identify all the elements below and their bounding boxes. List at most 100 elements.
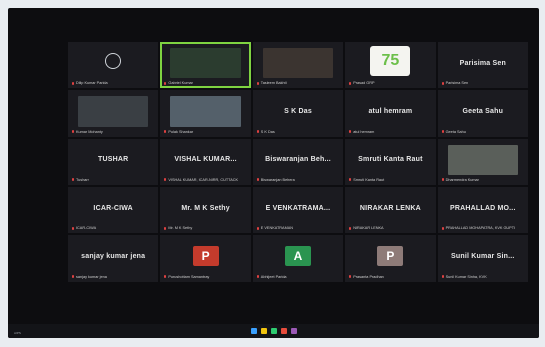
mic-muted-icon [349,178,352,182]
participant-tile[interactable]: A Abhijeet Parida [252,235,344,282]
participant-name-label: Kumar Mohanty [72,130,103,134]
participant-tile[interactable]: Kumar Mohanty [68,90,159,137]
mic-muted-icon [441,178,444,182]
participant-name-text: Abhijeet Parida [260,274,287,279]
participant-tile[interactable]: S K Das S K Das [252,90,344,137]
participant-name-large: NIRAKAR LENKA [359,204,421,212]
participant-tile[interactable]: TUSHAR Tusharr [68,138,159,185]
participant-tile[interactable]: Parisima Sen Parisima Sen [437,42,528,89]
meeting-icon[interactable] [290,328,297,334]
participant-name-label: NIRAKAR LENKA [349,226,384,230]
participant-name-large: Mr. M K Sethy [181,204,230,212]
participant-name-large: Sunil Kumar Sin... [451,252,515,260]
mic-muted-icon [349,275,352,279]
participant-video [262,48,334,79]
logo-text: 75 [381,52,400,70]
participant-name-label: ICAR-CIWA [72,226,96,230]
mic-muted-icon [441,130,444,134]
participant-name-label: Abhijeet Parida [256,274,287,279]
participant-name-large: Geeta Sahu [462,107,504,115]
participant-name-label: Gabriel Kumar [164,81,193,86]
app-icon[interactable] [280,328,287,334]
participant-tile[interactable]: Sunil Kumar Sin... Sunil Kumar Sinha, KVK [437,235,528,282]
browser-icon[interactable] [270,328,277,334]
participant-name-text: Dilip Kumar Parida [76,81,108,86]
participant-tile[interactable]: NIRAKAR LENKA NIRAKAR LENKA [345,186,436,234]
mic-muted-icon [164,81,167,85]
participant-tile[interactable]: Smruti Kanta Raut Smruti Kanta Raut [345,138,436,185]
participant-video [78,96,149,127]
mic-muted-icon [256,275,259,279]
participant-name-text: Gabriel Kumar [168,81,193,86]
participant-name-label: PRAHALLAD MOHAPATRA, KVK GUPTI [441,226,516,231]
participant-name-text: Kumar Mohanty [76,129,103,134]
participant-name-label: Parisima Sen [441,81,468,85]
participant-name-label: E VENKATRAMAN [256,226,294,231]
participant-name-text: Smruti Kanta Raut [353,177,385,182]
participant-name-label: sanjay kumar jena [72,275,107,279]
mic-muted-icon [164,178,167,182]
participant-tile[interactable]: P Prasanta Pradhan [345,235,436,282]
participant-name-text: Sunil Kumar Sinha, KVK [445,274,487,279]
participant-name-label: Smruti Kanta Raut [349,178,384,182]
taskbar [8,324,539,338]
participant-tile[interactable]: atul hemram atul hemram [345,90,436,137]
participant-name-label: Purushottam Samantray [164,275,209,279]
participant-name-label: Tasleem Bakhti [256,81,287,86]
mic-muted-icon [256,178,259,182]
participant-video [170,48,241,79]
participant-tile[interactable]: Biswaranjan Beh... Biswaranjan Behera [252,138,344,185]
participant-video [447,144,518,175]
participant-tile[interactable]: Gabriel Kumar [160,42,251,89]
participant-name-text: S K Das [260,129,275,134]
participant-name-label: Dilip Kumar Parida [72,81,108,85]
mic-muted-icon [72,130,74,134]
participant-tile[interactable]: Dilip Kumar Parida [68,42,159,89]
participant-tile[interactable]: Geeta Sahu Geeta Sahu [437,90,528,137]
participant-name-label: Tusharr [72,178,89,182]
participant-tile[interactable]: 75 Prasad GRP [345,42,436,89]
mic-muted-icon [164,226,167,230]
participant-name-large: Smruti Kanta Raut [358,156,423,164]
participant-tile[interactable]: sanjay kumar jena sanjay kumar jena [68,235,159,282]
participant-grid: Dilip Kumar Parida Gabriel Kumar Tasleem B… [68,42,528,330]
participant-tile[interactable]: Dharmendra Kumar [437,138,528,185]
participant-avatar-letter: P [377,245,404,266]
participant-name-large: Biswaranjan Beh... [265,156,331,164]
participant-tile[interactable]: Mr. M K Sethy Mr. M K Sethy [160,186,251,234]
participant-name-text: Prasanta Pradhan [353,274,384,279]
participant-name-large: TUSHAR [98,156,129,164]
participant-name-text: atul hemram [353,129,375,134]
participant-name-text: Tasleem Bakhti [260,81,287,86]
participant-name-text: PRAHALLAD MOHAPATRA, KVK GUPTI [445,226,516,231]
participant-name-text: VISHAL KUMAR, ICAR-NIRR, CUTTACK [168,177,239,182]
start-icon[interactable] [250,328,257,334]
participant-video [170,96,241,127]
participant-name-large: ICAR-CIWA [93,204,133,212]
participant-tile[interactable]: Tasleem Bakhti [252,42,344,89]
participant-name-label: atul hemram [349,130,374,134]
participant-tile[interactable]: VISHAL KUMAR... VISHAL KUMAR, ICAR-NIRR, … [160,138,251,185]
meeting-window: Dilip Kumar Parida Gabriel Kumar Tasleem B… [8,8,539,338]
participant-tile[interactable]: PRAHALLAD MO... PRAHALLAD MOHAPATRA, KVK … [437,186,528,234]
logo-tile: 75 [370,46,411,77]
participant-name-text: E VENKATRAMAN [260,226,294,231]
mic-muted-icon [256,226,259,230]
folder-icon[interactable] [260,328,267,334]
participant-name-label: Biswaranjan Behera [256,178,295,182]
participant-tile[interactable]: P Purushottam Samantray [160,235,251,282]
participant-name-text: sanjay kumar jena [76,274,107,279]
participant-name-label: S K Das [256,129,275,134]
participant-name-text: Prasad GRP [353,81,375,86]
participant-name-label: Prasad GRP [349,81,375,86]
participant-name-label: VISHAL KUMAR, ICAR-NIRR, CUTTACK [164,178,238,182]
participant-name-large: sanjay kumar jena [81,252,146,260]
participant-name-large: S K Das [284,107,312,115]
participant-name-large: E VENKATRAMA... [265,204,331,212]
participant-tile[interactable]: Pulak Shankar [160,90,251,137]
participant-tile[interactable]: ICAR-CIWA ICAR-CIWA [68,186,159,234]
mic-muted-icon [256,81,259,85]
mic-muted-icon [349,81,352,85]
participant-avatar-letter: P [192,245,219,266]
participant-tile[interactable]: E VENKATRAMA... E VENKATRAMAN [252,186,344,234]
